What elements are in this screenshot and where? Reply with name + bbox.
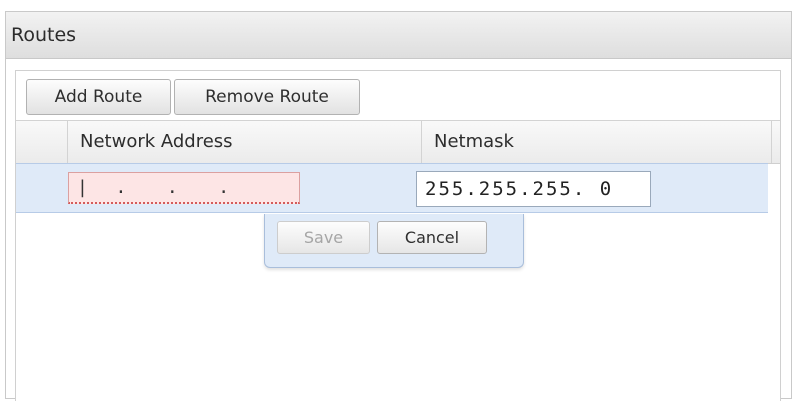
add-route-button[interactable]: Add Route	[26, 79, 171, 115]
row-editor-actions: Save Cancel	[264, 214, 524, 268]
remove-route-button[interactable]: Remove Route	[174, 79, 360, 115]
table-row-editing	[16, 163, 768, 213]
save-button[interactable]: Save	[277, 221, 370, 254]
table-header: Network Address Netmask	[16, 120, 780, 164]
panel-title: Routes	[11, 24, 77, 46]
netmask-field[interactable]	[416, 171, 651, 207]
header-filler	[772, 121, 780, 163]
routes-grid: Add Route Remove Route Network Address N…	[15, 70, 781, 401]
cancel-button[interactable]: Cancel	[377, 221, 487, 254]
panel-header: Routes	[6, 12, 791, 59]
network-address-field[interactable]	[68, 172, 300, 204]
routes-panel: Routes Add Route Remove Route Network Ad…	[5, 11, 792, 401]
column-header-netmask[interactable]: Netmask	[422, 121, 772, 163]
column-header-network-address[interactable]: Network Address	[68, 121, 422, 163]
row-selector-header	[16, 121, 68, 163]
